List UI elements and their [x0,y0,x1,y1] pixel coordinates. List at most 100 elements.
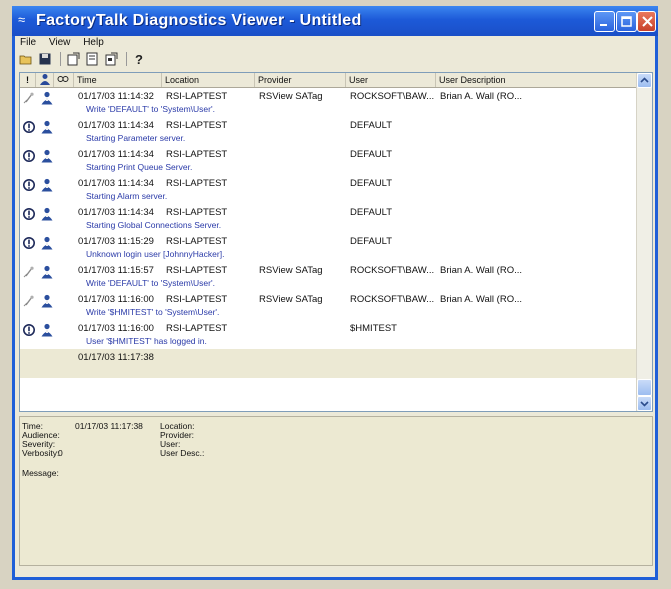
status-bar [19,569,653,577]
message-label: Message: [22,468,59,478]
row-location: RSI-LAPTEST [166,91,228,102]
time-value: 01/17/03 11:17:38 [75,421,143,431]
open-icon[interactable] [19,52,33,66]
row-message: Starting Print Queue Server. [86,162,193,172]
scroll-up-button[interactable] [637,73,652,88]
row-location: RSI-LAPTEST [166,265,228,276]
table-row[interactable]: 01/17/03 11:14:34 RSI-LAPTEST DEFAULT Start… [20,117,638,146]
row-time: 01/17/03 11:16:00 [78,294,154,305]
table-row[interactable]: 01/17/03 11:14:34 RSI-LAPTEST DEFAULT Start… [20,146,638,175]
info-severity-icon [22,236,36,250]
title-bar[interactable]: ≈ FactoryTalk Diagnostics Viewer - Untit… [12,6,658,36]
table-row[interactable]: 01/17/03 11:15:57 RSI-LAPTEST RSView SATag… [20,262,638,291]
audit-severity-icon [22,91,36,105]
menu-help[interactable]: Help [78,36,109,50]
row-time: 01/17/03 11:17:38 [78,352,154,363]
column-user-description[interactable]: User Description [436,73,638,87]
close-icon [642,16,653,27]
column-audience[interactable] [36,73,54,87]
toolbar-separator [59,52,61,66]
menu-view[interactable]: View [44,36,76,50]
row-location: RSI-LAPTEST [166,120,228,131]
row-time: 01/17/03 11:14:34 [78,207,154,218]
save-icon[interactable] [38,52,52,66]
row-provider: RSView SATag [259,294,323,305]
table-row[interactable]: 01/17/03 11:15:29 RSI-LAPTEST DEFAULT Unkno… [20,233,638,262]
toolbar-separator [125,52,127,66]
menu-bar: File View Help [15,36,655,50]
row-time: 01/17/03 11:16:00 [78,323,154,334]
chevron-down-icon [640,401,649,407]
table-row[interactable]: 01/17/03 11:16:00 RSI-LAPTEST RSView SATag… [20,291,638,320]
minimize-icon [600,24,607,26]
column-header: ! Time Location Provider User User Descr… [20,73,638,88]
audience-operator-icon [40,294,54,308]
row-user: DEFAULT [350,149,393,160]
audience-column-icon [40,74,50,85]
row-location: RSI-LAPTEST [166,236,228,247]
table-row[interactable]: 01/17/03 11:14:34 RSI-LAPTEST DEFAULT Start… [20,204,638,233]
table-row[interactable]: 01/17/03 11:17:38 [20,349,638,378]
scroll-down-button[interactable] [637,396,652,411]
verbosity-column-icon [57,76,69,82]
row-message: Write 'DEFAULT' to 'System\User'. [86,278,215,288]
row-user-description: Brian A. Wall (RO... [440,91,522,102]
verbosity-value: 0 [58,448,63,458]
row-user: ROCKSOFT\BAW... [350,265,435,276]
maximize-icon [621,16,632,27]
maximize-button[interactable] [616,11,637,32]
close-button[interactable] [637,11,656,32]
row-message: Write '$HMITEST' to 'System\User'. [86,307,220,317]
row-time: 01/17/03 11:14:34 [78,120,154,131]
print-preview-icon[interactable] [85,52,99,66]
row-user-description: Brian A. Wall (RO... [440,265,522,276]
audience-operator-icon [40,91,54,105]
vertical-scrollbar[interactable] [636,73,652,411]
info-severity-icon [22,207,36,221]
audience-operator-icon [40,323,54,337]
row-location: RSI-LAPTEST [166,294,228,305]
column-verbosity[interactable] [54,73,74,87]
row-user: DEFAULT [350,236,393,247]
row-user-description: Brian A. Wall (RO... [440,294,522,305]
row-message: Starting Alarm server. [86,191,168,201]
app-icon: ≈ [18,12,26,27]
column-user[interactable]: User [346,73,436,87]
row-user: DEFAULT [350,207,393,218]
audience-operator-icon [40,265,54,279]
minimize-button[interactable] [594,11,615,32]
audience-operator-icon [40,149,54,163]
row-user: ROCKSOFT\BAW... [350,294,435,305]
row-location: RSI-LAPTEST [166,149,228,160]
table-row[interactable]: 01/17/03 11:14:34 RSI-LAPTEST DEFAULT Start… [20,175,638,204]
row-time: 01/17/03 11:14:32 [78,91,154,102]
help-icon[interactable]: ? [132,52,146,67]
properties-icon[interactable] [104,52,118,66]
column-provider[interactable]: Provider [255,73,346,87]
row-user: $HMITEST [350,323,397,334]
event-list[interactable]: ! Time Location Provider User User Descr… [19,72,653,412]
export-icon[interactable] [66,52,80,66]
table-row[interactable]: 01/17/03 11:14:32 RSI-LAPTEST RSView SATag… [20,88,638,117]
audit-severity-icon [22,265,36,279]
scroll-thumb[interactable] [637,379,652,396]
info-severity-icon [22,323,36,337]
row-user: DEFAULT [350,120,393,131]
column-location[interactable]: Location [162,73,255,87]
svg-text:?: ? [135,52,143,66]
row-location: RSI-LAPTEST [166,323,228,334]
details-pane: Time: 01/17/03 11:17:38 Audience: Severi… [19,416,653,566]
row-user: DEFAULT [350,178,393,189]
row-provider: RSView SATag [259,91,323,102]
column-time[interactable]: Time [74,73,162,87]
table-row[interactable]: 01/17/03 11:16:00 RSI-LAPTEST $HMITEST User… [20,320,638,349]
column-severity[interactable]: ! [20,73,36,87]
row-message: Unknown login user [JohnnyHacker]. [86,249,225,259]
row-provider: RSView SATag [259,265,323,276]
audience-operator-icon [40,207,54,221]
chevron-up-icon [640,77,649,83]
row-user: ROCKSOFT\BAW... [350,91,435,102]
audience-operator-icon [40,236,54,250]
menu-file[interactable]: File [15,36,41,50]
row-time: 01/17/03 11:14:34 [78,178,154,189]
